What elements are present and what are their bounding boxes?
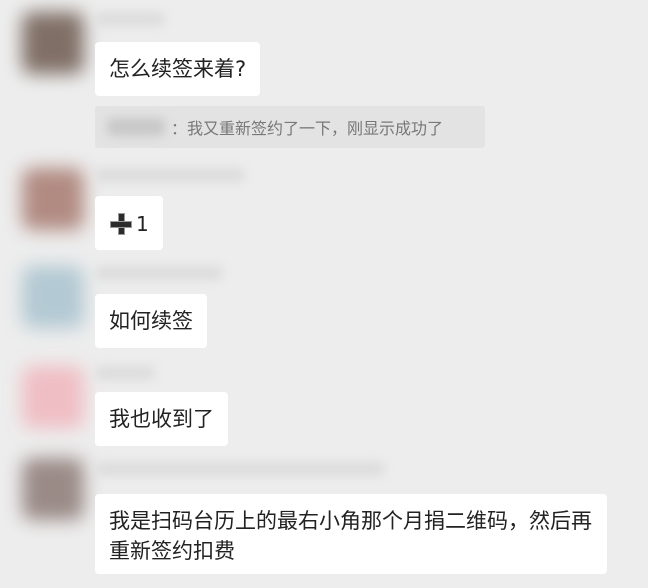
message-text: 1 (136, 212, 149, 236)
avatar[interactable] (22, 458, 84, 520)
sender-name-blurred (95, 168, 245, 182)
sender-name-blurred (95, 12, 165, 26)
message-text: 我是扫码台历上的最右小角那个月捐二维码，然后再重新签约扣费 (109, 509, 592, 563)
avatar[interactable] (22, 168, 84, 230)
message-text: 我也收到了 (109, 407, 214, 431)
quoted-reply[interactable]: ：我又重新签约了一下，刚显示成功了 (95, 106, 485, 148)
chat-thread: 怎么续签来着? ：我又重新签约了一下，刚显示成功了 1 如何续签 我也收到了 我… (0, 0, 648, 588)
avatar[interactable] (22, 266, 84, 328)
quoted-text: ：我又重新签约了一下，刚显示成功了 (171, 119, 444, 138)
plus-icon (109, 212, 133, 236)
avatar[interactable] (22, 12, 84, 74)
sender-name-blurred (95, 266, 223, 280)
message-bubble[interactable]: 怎么续签来着? (95, 42, 261, 96)
message-bubble[interactable]: 如何续签 (95, 294, 207, 348)
message-text: 如何续签 (109, 309, 193, 333)
message-bubble[interactable]: 1 (95, 196, 163, 250)
avatar[interactable] (22, 366, 84, 428)
sender-name-blurred (95, 462, 385, 476)
quoted-sender-blurred (107, 118, 165, 136)
message-bubble[interactable]: 我是扫码台历上的最右小角那个月捐二维码，然后再重新签约扣费 (95, 494, 607, 574)
sender-name-blurred (95, 366, 155, 380)
message-text: 怎么续签来着? (109, 57, 247, 81)
message-bubble[interactable]: 我也收到了 (95, 392, 228, 446)
